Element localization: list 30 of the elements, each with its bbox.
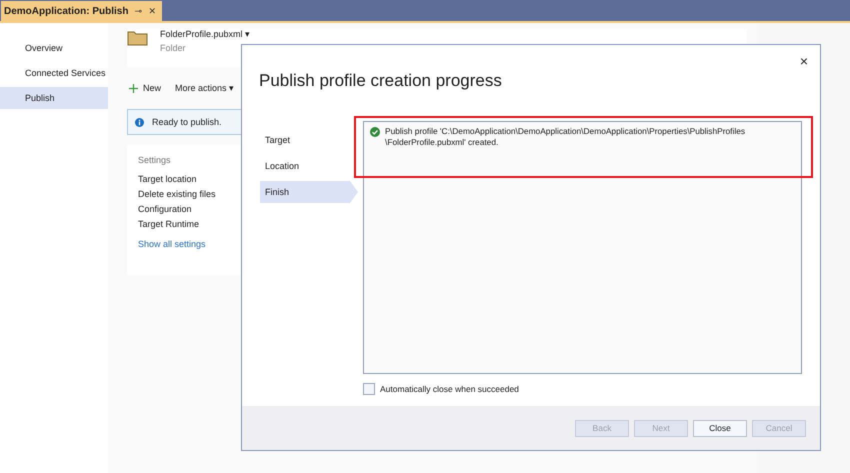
dialog-title: Publish profile creation progress	[259, 71, 502, 91]
nav-item[interactable]: Connected Services	[0, 62, 108, 84]
folder-icon	[127, 29, 148, 46]
info-icon	[135, 118, 144, 126]
plus-icon	[129, 84, 138, 92]
nav-item[interactable]: Publish	[0, 87, 108, 109]
nav-item[interactable]: Overview	[0, 37, 108, 59]
success-icon	[370, 127, 380, 137]
new-button[interactable]: New	[129, 83, 162, 93]
settings-heading: Settings	[138, 155, 171, 165]
wizard-step[interactable]: Finish	[260, 181, 358, 203]
profile-selector[interactable]: FolderProfile.pubxml ▾	[160, 29, 250, 39]
profile-type: Folder	[160, 43, 187, 53]
checkbox-label: Automatically close when succeeded	[380, 384, 519, 394]
log-message: Publish profile 'C:\DemoApplication\DemoApplication\DemoApplication\Properties\PublishProfiles \FolderProfile.pubxml' created.	[385, 126, 746, 148]
close-tab-icon[interactable]: ✕	[148, 6, 156, 16]
close-button[interactable]: ×	[798, 53, 810, 69]
wizard-step[interactable]: Location	[260, 155, 350, 177]
dialog-button[interactable]: Close	[693, 420, 747, 436]
document-tab[interactable]: DemoApplication: Publish ⊸ ✕	[1, 1, 162, 21]
wizard-step[interactable]: Target	[260, 129, 350, 151]
show-settings-link[interactable]: Show all settings	[138, 239, 206, 249]
setting-label: Target location	[138, 174, 197, 184]
pin-icon[interactable]: ⊸	[134, 6, 142, 16]
setting-label: Configuration	[138, 204, 192, 214]
more-actions-button[interactable]: More actions ▾	[175, 83, 234, 93]
checkbox[interactable]	[363, 383, 375, 395]
info-text: Ready to publish.	[152, 117, 222, 127]
setting-label: Delete existing files	[138, 189, 216, 199]
setting-label: Target Runtime	[138, 219, 200, 229]
